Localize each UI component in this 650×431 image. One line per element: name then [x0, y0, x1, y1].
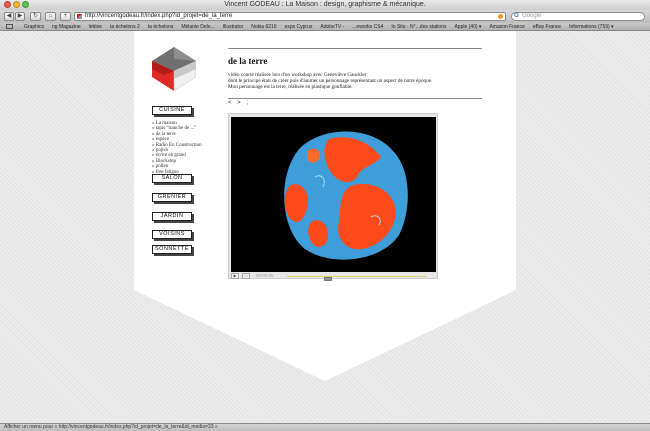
- time-readout: 00:00:05: [256, 273, 274, 278]
- reload-button[interactable]: ↻: [30, 12, 41, 21]
- bookmarks-list: Graphics ng Magazine lebloe ta échelons 2 ta…: [20, 23, 618, 30]
- forward-button[interactable]: ▶: [15, 12, 25, 21]
- menu-cuisine-button[interactable]: CUISINE: [152, 106, 192, 115]
- bookmark-item[interactable]: eBay France: [529, 23, 565, 30]
- rss-icon[interactable]: [498, 14, 503, 19]
- bookmark-item[interactable]: Amazon France: [485, 23, 528, 30]
- bookmark-item[interactable]: exps Cyprus: [281, 23, 317, 30]
- menu-voisins-button[interactable]: VOISINS: [152, 230, 192, 239]
- bookmark-item[interactable]: AdobeTV -: [316, 23, 348, 30]
- bookmark-item[interactable]: ta échelons 2: [106, 23, 144, 30]
- status-bar: Afficher un menu pour « http://vincentgo…: [0, 423, 650, 431]
- bookmark-item[interactable]: Illustrator: [219, 23, 248, 30]
- bookmark-item[interactable]: Informations (759) ▾: [565, 23, 617, 30]
- bookmark-item[interactable]: ta échelons: [144, 23, 178, 30]
- description-line: Mon personnage est la terre, réalisée en…: [228, 84, 353, 90]
- menu-sonnette-button[interactable]: SONNETTE: [152, 245, 192, 254]
- address-text: http://vincentgodeau.fr/index.php?id_pro…: [85, 13, 233, 19]
- bookmark-item[interactable]: lebloe: [85, 23, 106, 30]
- video-screen[interactable]: [231, 117, 436, 272]
- site-favicon-icon: [77, 14, 82, 19]
- address-bar[interactable]: http://vincentgodeau.fr/index.php?id_pro…: [74, 12, 506, 21]
- home-button[interactable]: ⌂: [45, 12, 56, 21]
- bookmark-item[interactable]: Graphics: [20, 23, 48, 30]
- page-viewport: CUISINE » La maison» tapis "tranche de .…: [0, 31, 650, 423]
- menu-jardin-button[interactable]: JARDIN: [152, 212, 192, 221]
- menu-grenier-button[interactable]: GRENIER: [152, 193, 192, 202]
- bookmark-item[interactable]: Apple (40) ▾: [450, 23, 485, 30]
- inflatable-globe-image: [284, 131, 408, 260]
- top-divider: [228, 48, 482, 49]
- cuisine-submenu: » La maison» tapis "tranche de ..."» de …: [152, 121, 232, 175]
- media-pager[interactable]: < > ;: [228, 100, 250, 106]
- play-button[interactable]: ▶: [231, 273, 239, 279]
- search-input[interactable]: G Google: [511, 12, 645, 21]
- video-controls: ▶ □ 00:00:05: [231, 273, 436, 281]
- google-icon: G: [514, 13, 519, 19]
- add-bookmark-button[interactable]: +: [60, 12, 71, 21]
- video-player[interactable]: ▶ □ 00:00:05: [228, 113, 438, 281]
- bookmark-item[interactable]: ...eworks CS4: [348, 23, 387, 30]
- bookmark-item[interactable]: ng Magazine: [48, 23, 85, 30]
- fullscreen-button[interactable]: □: [242, 273, 250, 279]
- menu-salon-button[interactable]: SALON: [152, 174, 192, 183]
- bookmarks-bar: Graphics ng Magazine lebloe ta échelons 2 ta…: [0, 23, 650, 31]
- seek-handle[interactable]: [323, 277, 332, 281]
- back-button[interactable]: ◀: [4, 12, 14, 21]
- bookmark-item[interactable]: Nokia 6210: [247, 23, 280, 30]
- bookmark-item[interactable]: Mélanie Delo...: [177, 23, 218, 30]
- project-title: de la terre: [228, 56, 268, 66]
- search-placeholder: Google: [522, 13, 542, 19]
- browser-toolbar: ◀ ▶ ↻ ⌂ + http://vincentgodeau.fr/index.…: [0, 10, 650, 23]
- middle-divider: [228, 98, 482, 99]
- project-description: vidéo courte réalisée lors d'un workshop…: [228, 72, 478, 90]
- window-title: Vincent GODEAU : La Maison : design, gra…: [224, 1, 426, 8]
- title-bar: Vincent GODEAU : La Maison : design, gra…: [0, 0, 650, 10]
- seek-bar[interactable]: [287, 276, 427, 281]
- house-logo-icon[interactable]: [152, 47, 196, 91]
- bookmarks-book-icon[interactable]: [6, 24, 13, 29]
- bookmark-item[interactable]: In Situ - N°...des stations: [387, 23, 450, 30]
